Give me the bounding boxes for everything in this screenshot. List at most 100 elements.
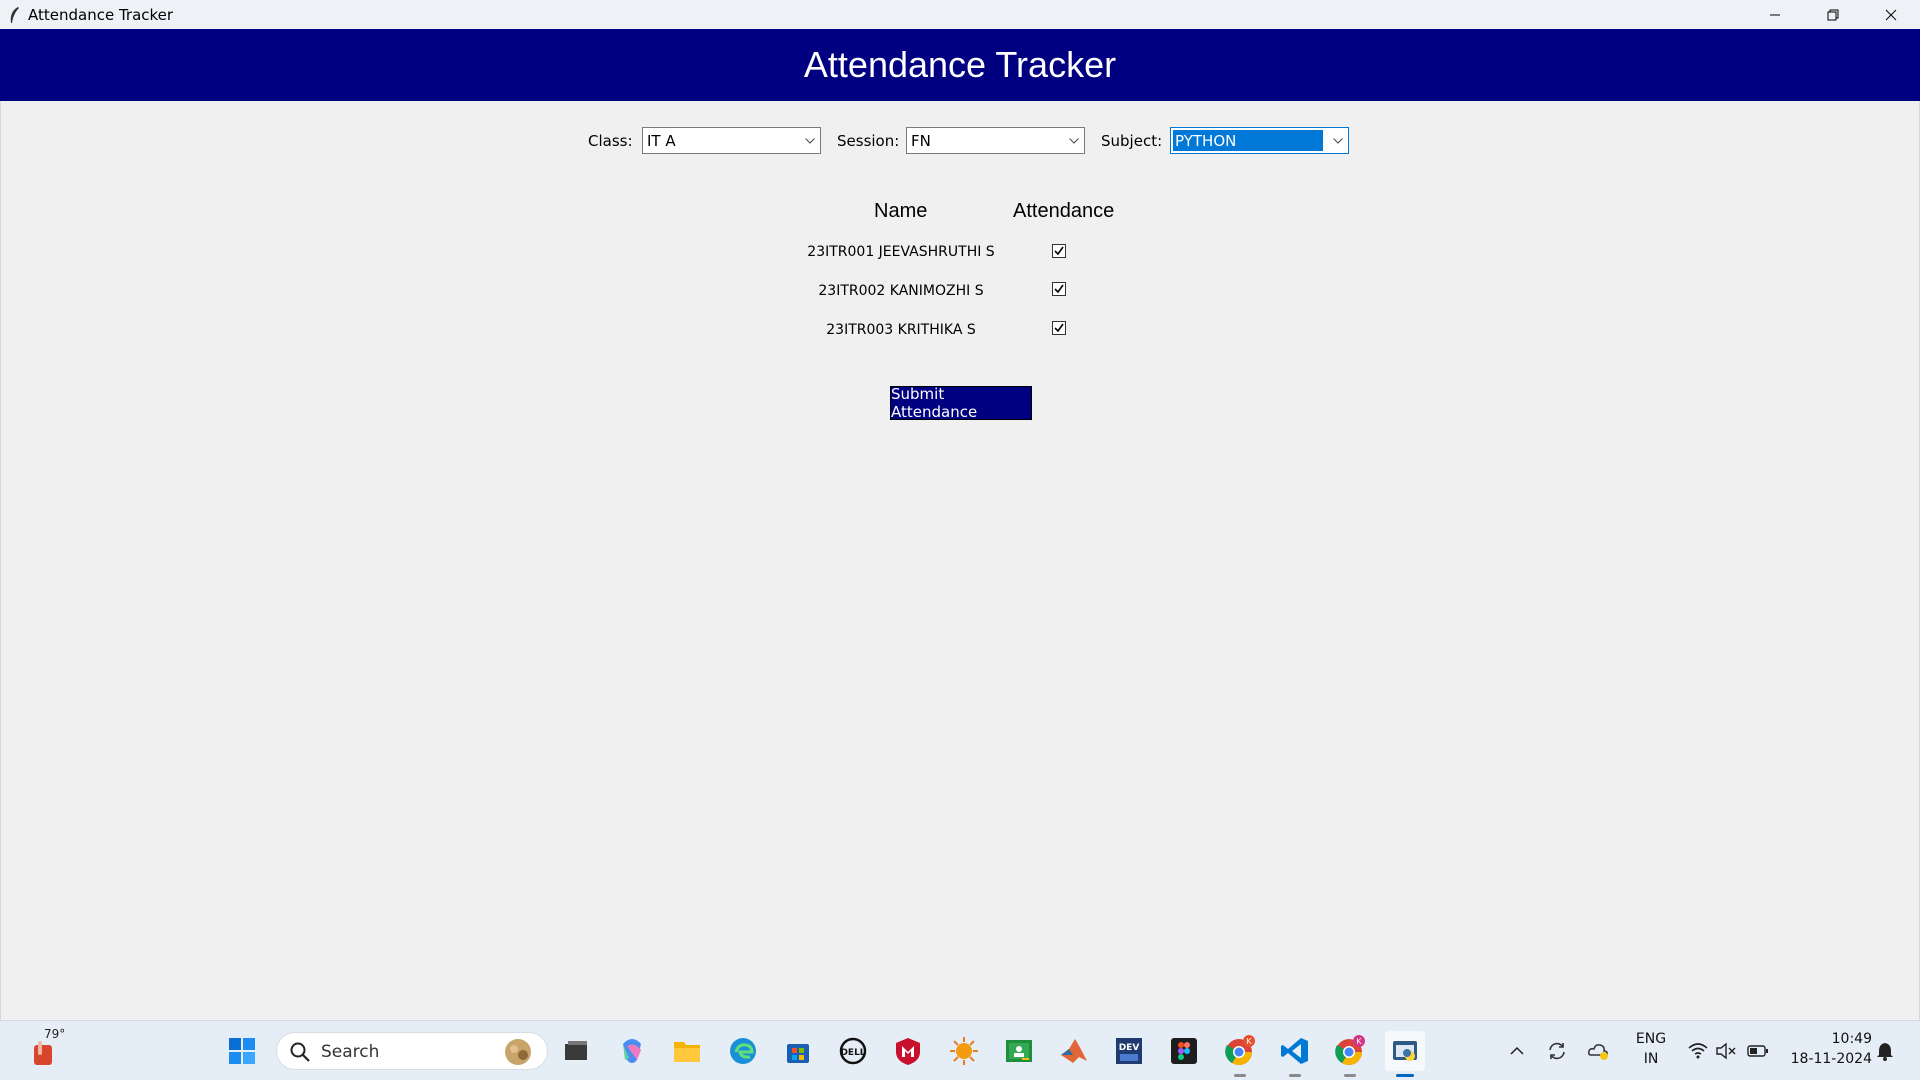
checkmark-icon (1054, 246, 1064, 256)
python-app-icon (1393, 1041, 1417, 1061)
thermometer-icon (34, 1041, 52, 1065)
restore-icon (1827, 9, 1839, 20)
window-titlebar: Attendance Tracker (0, 0, 1920, 29)
sun-app-button[interactable] (944, 1031, 984, 1071)
minimize-icon (1770, 14, 1780, 15)
subject-value: PYTHON (1173, 130, 1323, 151)
edge-button[interactable] (723, 1031, 763, 1071)
store-button[interactable] (778, 1031, 818, 1071)
vscode-icon (1281, 1038, 1308, 1064)
wifi-icon (1688, 1043, 1708, 1059)
restore-button[interactable] (1804, 0, 1862, 29)
session-value: FN (911, 132, 931, 150)
student-name: 23ITR003 KRITHIKA S (826, 322, 976, 338)
attendance-checkbox[interactable] (1052, 244, 1066, 258)
windows-start-button[interactable] (222, 1031, 262, 1071)
chrome-profile-button[interactable]: K (1330, 1031, 1370, 1077)
edge-icon (730, 1038, 756, 1064)
session-label: Session: (837, 132, 900, 150)
clock-date[interactable]: 18-11-2024 (1782, 1051, 1872, 1067)
main-panel: Class: IT A Session: FN Subject: PYTHON … (0, 101, 1920, 1020)
sync-icon (1549, 1042, 1565, 1060)
matlab-icon (1061, 1039, 1087, 1063)
svg-text:DEV: DEV (1119, 1043, 1140, 1053)
volume-muted-icon (1716, 1042, 1736, 1060)
bell-icon (1877, 1043, 1893, 1061)
student-name: 23ITR002 KANIMOZHI S (818, 283, 984, 299)
store-icon (787, 1044, 809, 1063)
mcafee-icon (896, 1038, 920, 1065)
chevron-down-icon[interactable] (800, 128, 820, 153)
dell-button[interactable]: DELL (833, 1031, 873, 1071)
folder-icon (674, 1042, 700, 1062)
dell-icon: DELL (839, 1037, 867, 1065)
close-icon (1885, 9, 1897, 20)
folder-button[interactable] (667, 1031, 707, 1071)
copilot-button[interactable] (612, 1031, 652, 1071)
running-indicator (1344, 1074, 1356, 1077)
svg-text:DELL: DELL (840, 1048, 865, 1058)
volume-tray-button[interactable] (1709, 1031, 1743, 1071)
classroom-button[interactable] (999, 1031, 1039, 1071)
class-combobox[interactable]: IT A (642, 127, 821, 154)
chrome-profile-icon: K (1335, 1035, 1365, 1066)
filter-bar: Class: IT A Session: FN Subject: PYTHON (1, 127, 1920, 155)
class-label: Class: (588, 132, 633, 150)
matlab-button[interactable] (1054, 1031, 1094, 1071)
dev-button[interactable]: DEV (1109, 1031, 1149, 1071)
submit-attendance-button[interactable]: Submit Attendance (890, 385, 1032, 421)
running-indicator (1396, 1074, 1414, 1077)
column-header-attendance: Attendance (1013, 200, 1115, 222)
task-view-button[interactable] (556, 1031, 596, 1071)
attendance-checkbox[interactable] (1052, 282, 1066, 296)
chevron-down-icon[interactable] (1328, 128, 1348, 153)
class-value: IT A (647, 132, 676, 150)
chrome-icon: K (1225, 1035, 1255, 1066)
search-label: Search (321, 1042, 380, 1062)
subject-label: Subject: (1101, 132, 1163, 150)
language-indicator-top[interactable]: ENG (1633, 1031, 1669, 1047)
running-indicator (1289, 1074, 1301, 1077)
chevron-up-icon (1510, 1046, 1524, 1055)
mcafee-button[interactable] (888, 1031, 928, 1071)
language-indicator-bottom[interactable]: IN (1633, 1051, 1669, 1067)
onedrive-tray-button[interactable] (1584, 1031, 1614, 1071)
subject-combobox[interactable]: PYTHON (1170, 127, 1349, 154)
battery-tray-button[interactable] (1741, 1031, 1775, 1071)
session-combobox[interactable]: FN (906, 127, 1085, 154)
search-icon (290, 1042, 310, 1062)
taskbar: 79° Search DELL DEV K K ENG IN 10:49 18-… (0, 1020, 1920, 1080)
figma-button[interactable] (1164, 1031, 1204, 1071)
running-indicator (1234, 1074, 1246, 1077)
file-explorer-icon (565, 1041, 587, 1060)
clock-time[interactable]: 10:49 (1782, 1031, 1872, 1047)
window-title: Attendance Tracker (28, 5, 174, 24)
student-name: 23ITR001 JEEVASHRUTHI S (807, 244, 995, 260)
sync-tray-button[interactable] (1542, 1031, 1572, 1071)
weather-temperature: 79° (44, 1027, 66, 1041)
checkmark-icon (1054, 284, 1064, 294)
battery-icon (1747, 1045, 1768, 1057)
checkmark-icon (1054, 323, 1064, 333)
copilot-icon (623, 1039, 641, 1063)
sun-app-icon (950, 1037, 978, 1065)
classroom-icon (1006, 1040, 1032, 1062)
figma-icon (1171, 1038, 1197, 1064)
python-app-button[interactable] (1385, 1031, 1425, 1077)
search-highlight-icon (505, 1039, 531, 1065)
app-header: Attendance Tracker (0, 29, 1920, 101)
show-hidden-icons-button[interactable] (1502, 1031, 1532, 1071)
feather-app-icon (5, 6, 23, 24)
window-controls (1746, 0, 1920, 29)
weather-widget[interactable]: 79° (24, 1027, 68, 1073)
minimize-button[interactable] (1746, 0, 1804, 29)
chevron-down-icon[interactable] (1064, 128, 1084, 153)
close-button[interactable] (1862, 0, 1920, 29)
taskbar-search[interactable]: Search (276, 1032, 548, 1070)
attendance-checkbox[interactable] (1052, 321, 1066, 335)
chrome-button[interactable]: K (1220, 1031, 1260, 1077)
dev-icon: DEV (1116, 1038, 1142, 1064)
vscode-button[interactable] (1275, 1031, 1315, 1077)
notifications-button[interactable] (1870, 1031, 1900, 1071)
page-title: Attendance Tracker (803, 44, 1117, 85)
